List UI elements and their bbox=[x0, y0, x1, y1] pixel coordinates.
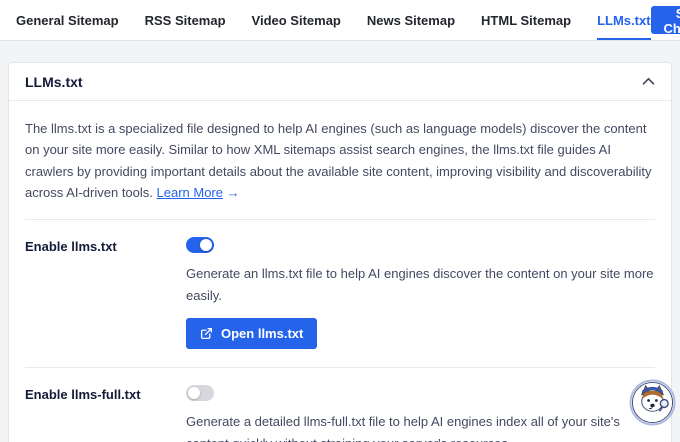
tab-rss-sitemap[interactable]: RSS Sitemap bbox=[145, 0, 226, 40]
enable-llms-txt-description: Generate an llms.txt file to help AI eng… bbox=[186, 263, 655, 307]
learn-more-link[interactable]: Learn More bbox=[157, 185, 223, 200]
save-changes-button[interactable]: Save Changes bbox=[651, 6, 680, 34]
card-description: The llms.txt is a specialized file desig… bbox=[25, 118, 655, 220]
llms-txt-card: LLMs.txt The llms.txt is a specialized f… bbox=[8, 62, 672, 442]
enable-llms-full-txt-description: Generate a detailed llms-full.txt file t… bbox=[186, 411, 655, 442]
arrow-right-icon: → bbox=[227, 185, 240, 200]
enable-llms-full-txt-content: Generate a detailed llms-full.txt file t… bbox=[186, 385, 655, 442]
external-link-icon bbox=[200, 327, 213, 340]
card-header-collapse[interactable]: LLMs.txt bbox=[9, 63, 671, 101]
setting-row-enable-llms-full-txt: Enable llms-full.txt Generate a detailed… bbox=[25, 367, 655, 442]
toggle-knob bbox=[200, 239, 212, 251]
tab-html-sitemap[interactable]: HTML Sitemap bbox=[481, 0, 571, 40]
tab-llms-txt[interactable]: LLMs.txt bbox=[597, 0, 650, 40]
open-llms-txt-button-label: Open llms.txt bbox=[221, 326, 303, 341]
chevron-up-icon[interactable] bbox=[642, 77, 655, 86]
tab-general-sitemap[interactable]: General Sitemap bbox=[16, 0, 119, 40]
mascot-help-button[interactable] bbox=[629, 379, 676, 426]
card-description-text: The llms.txt is a specialized file desig… bbox=[25, 121, 651, 200]
setting-row-enable-llms-txt: Enable llms.txt Generate an llms.txt fil… bbox=[25, 220, 655, 367]
card-title: LLMs.txt bbox=[25, 74, 83, 90]
tab-video-sitemap[interactable]: Video Sitemap bbox=[252, 0, 341, 40]
tab-news-sitemap[interactable]: News Sitemap bbox=[367, 0, 455, 40]
toggle-knob bbox=[188, 387, 200, 399]
enable-llms-full-txt-toggle[interactable] bbox=[186, 385, 214, 401]
enable-llms-txt-toggle[interactable] bbox=[186, 237, 214, 253]
enable-llms-txt-content: Generate an llms.txt file to help AI eng… bbox=[186, 237, 655, 349]
sitemap-tabs: General Sitemap RSS Sitemap Video Sitema… bbox=[16, 0, 651, 40]
enable-llms-txt-label: Enable llms.txt bbox=[25, 237, 186, 349]
sitemap-tabbar: General Sitemap RSS Sitemap Video Sitema… bbox=[0, 0, 680, 41]
card-body: The llms.txt is a specialized file desig… bbox=[9, 101, 671, 442]
open-llms-txt-button[interactable]: Open llms.txt bbox=[186, 318, 317, 349]
enable-llms-full-txt-label: Enable llms-full.txt bbox=[25, 385, 186, 442]
